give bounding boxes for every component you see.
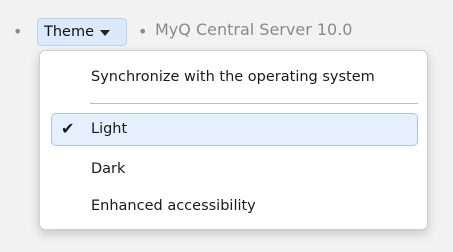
theme-menu: Synchronize with the operating system ✔ … <box>39 50 428 230</box>
server-name-link[interactable]: MyQ Central Server 10.0 <box>155 20 352 39</box>
caret-down-icon <box>100 29 111 36</box>
theme-dropdown-button[interactable]: Theme <box>37 18 127 46</box>
menu-item-label: Light <box>91 121 128 137</box>
menu-item-dark[interactable]: Dark <box>51 153 418 186</box>
menu-item-light[interactable]: ✔ Light <box>51 113 418 146</box>
menu-divider <box>90 103 418 104</box>
menu-item-label: Synchronize with the operating system <box>91 69 375 85</box>
separator-dot: • <box>138 22 148 41</box>
menu-item-label: Enhanced accessibility <box>91 198 256 214</box>
menu-item-label: Dark <box>91 161 126 177</box>
theme-button-label: Theme <box>44 24 95 40</box>
separator-dot: • <box>13 22 23 41</box>
checkmark-icon: ✔ <box>61 119 75 138</box>
menu-item-sync-os[interactable]: Synchronize with the operating system <box>51 61 418 94</box>
menu-item-enhanced-accessibility[interactable]: Enhanced accessibility <box>51 190 418 223</box>
